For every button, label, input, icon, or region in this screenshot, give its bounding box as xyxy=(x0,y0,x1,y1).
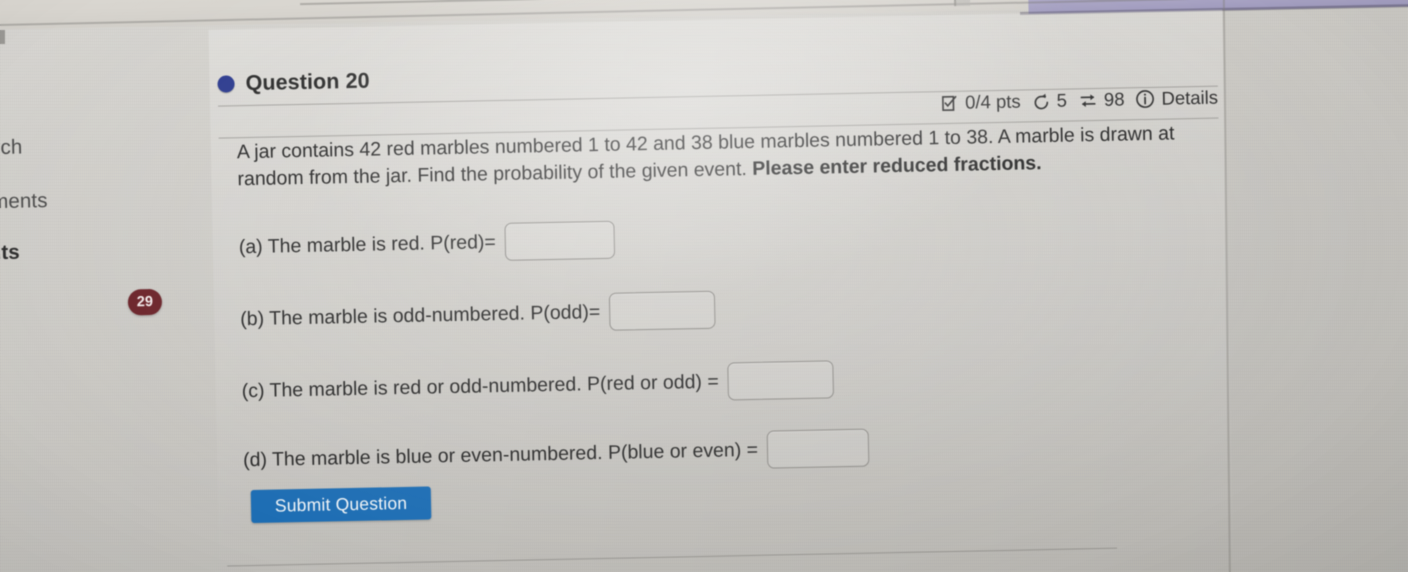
part-c-label: (c) The marble is red or odd-numbered. P… xyxy=(241,370,719,402)
answer-input-c[interactable] xyxy=(727,360,835,401)
part-a-label: (a) The marble is red. P(red)= xyxy=(238,230,497,258)
part-d-label: (d) The marble is blue or even-numbered.… xyxy=(242,438,759,471)
attempts-group: 5 xyxy=(1031,90,1067,113)
undo-arrow-icon xyxy=(1031,91,1050,110)
details-label: Details xyxy=(1161,86,1219,109)
points-group: 0/4 pts xyxy=(940,91,1021,115)
details-group[interactable]: Details xyxy=(1135,87,1218,111)
submit-question-button[interactable]: Submit Question xyxy=(250,486,432,524)
sidebar-item-2[interactable]: ments xyxy=(0,241,20,266)
answer-input-a[interactable] xyxy=(504,220,616,261)
screenshot-root: Searchncementsmentss29eusles Question 20… xyxy=(0,0,1408,572)
question-header: Question 20 xyxy=(217,69,370,97)
info-circle-icon xyxy=(1135,89,1155,109)
page-plane: Searchncementsmentss29eusles Question 20… xyxy=(0,0,1408,572)
question-part-a: (a) The marble is red. P(red)= xyxy=(238,220,616,267)
sidebar-item-1[interactable]: ncements xyxy=(0,189,48,215)
views-value: 98 xyxy=(1103,88,1125,110)
course-sidebar: Searchncementsmentss29eusles xyxy=(0,44,218,572)
checkbox-icon xyxy=(940,93,959,112)
points-value: 0/4 pts xyxy=(964,90,1021,113)
exchange-arrows-icon xyxy=(1078,90,1098,109)
page-title: Question 20 xyxy=(245,68,370,96)
prompt-emphasis: Please enter reduced fractions. xyxy=(752,152,1042,180)
sidebar-badge-count: 29 xyxy=(127,288,163,316)
part-b-label: (b) The marble is odd-numbered. P(odd)= xyxy=(240,300,601,330)
answer-input-d[interactable] xyxy=(766,428,870,469)
views-group: 98 xyxy=(1078,88,1125,111)
answer-input-b[interactable] xyxy=(608,290,716,331)
attempts-value: 5 xyxy=(1056,89,1068,111)
filled-circle-icon xyxy=(217,75,235,93)
sidebar-item-0[interactable]: Search xyxy=(0,136,23,161)
